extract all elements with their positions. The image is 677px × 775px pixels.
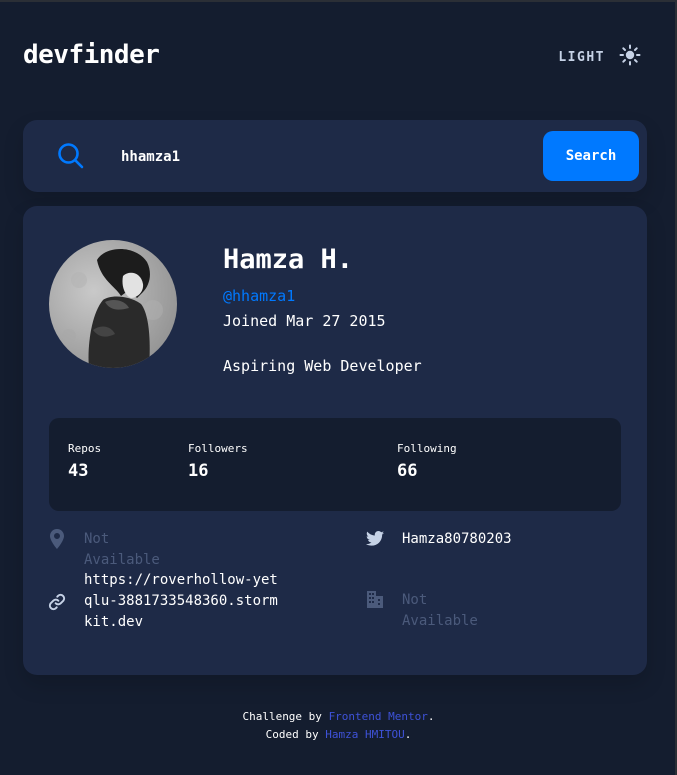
stat-following-label: Following bbox=[397, 442, 457, 455]
location-pin-icon bbox=[47, 529, 67, 549]
profile-bio: Aspiring Web Developer bbox=[223, 357, 422, 375]
theme-toggle[interactable]: LIGHT bbox=[558, 44, 641, 70]
link-icon bbox=[47, 593, 67, 613]
footer-period: . bbox=[427, 710, 435, 723]
stat-repos-label: Repos bbox=[68, 442, 102, 455]
logo: devfinder bbox=[23, 40, 160, 70]
search-bar: Search bbox=[23, 120, 647, 192]
theme-toggle-label: LIGHT bbox=[558, 49, 605, 65]
stat-repos-value: 43 bbox=[68, 461, 89, 481]
office-building-icon bbox=[365, 590, 385, 610]
stat-following: Following 66 bbox=[397, 442, 457, 481]
joined-date: Joined Mar 27 2015 bbox=[223, 312, 386, 330]
footer-line-1: Challenge by Frontend Mentor. bbox=[0, 708, 677, 726]
twitter-icon bbox=[365, 529, 385, 549]
location-text: Not Available bbox=[84, 531, 160, 568]
sun-icon bbox=[619, 44, 641, 70]
footer: Challenge by Frontend Mentor. Coded by H… bbox=[0, 708, 677, 744]
stat-followers-value: 16 bbox=[188, 461, 209, 481]
devfinder-app: devfinder LIGHT hhamza1 Search Hamza H. … bbox=[0, 0, 677, 775]
company-text: Not Available bbox=[402, 592, 478, 629]
footer-period: . bbox=[404, 728, 412, 741]
profile-card: Hamza H. @hhamza1 Joined Mar 27 2015 Asp… bbox=[23, 206, 647, 675]
stat-followers-label: Followers bbox=[188, 442, 248, 455]
stat-repos: Repos 43 bbox=[68, 442, 101, 481]
search-button[interactable]: Search bbox=[543, 131, 639, 181]
header: devfinder LIGHT bbox=[23, 40, 647, 76]
author-link[interactable]: Hamza HMITOU bbox=[325, 728, 404, 741]
footer-challenge-text: Challenge by bbox=[242, 710, 322, 723]
profile-handle[interactable]: @hhamza1 bbox=[223, 287, 295, 305]
search-input[interactable] bbox=[119, 141, 523, 173]
search-icon bbox=[57, 142, 85, 170]
stats-panel: Repos 43 Followers 16 Following 66 bbox=[49, 418, 621, 511]
twitter-text: Hamza80780203 bbox=[402, 531, 512, 547]
profile-name: Hamza H. bbox=[223, 244, 354, 275]
stat-followers: Followers 16 bbox=[188, 442, 248, 481]
blog-link[interactable]: https://roverhollow-yetqlu-3881733548360… bbox=[84, 570, 284, 633]
avatar bbox=[49, 240, 177, 368]
frontend-mentor-link[interactable]: Frontend Mentor bbox=[329, 710, 428, 723]
footer-coded-text: Coded by bbox=[265, 728, 319, 741]
stat-following-value: 66 bbox=[397, 461, 418, 481]
footer-line-2: Coded by Hamza HMITOU. bbox=[0, 726, 677, 744]
